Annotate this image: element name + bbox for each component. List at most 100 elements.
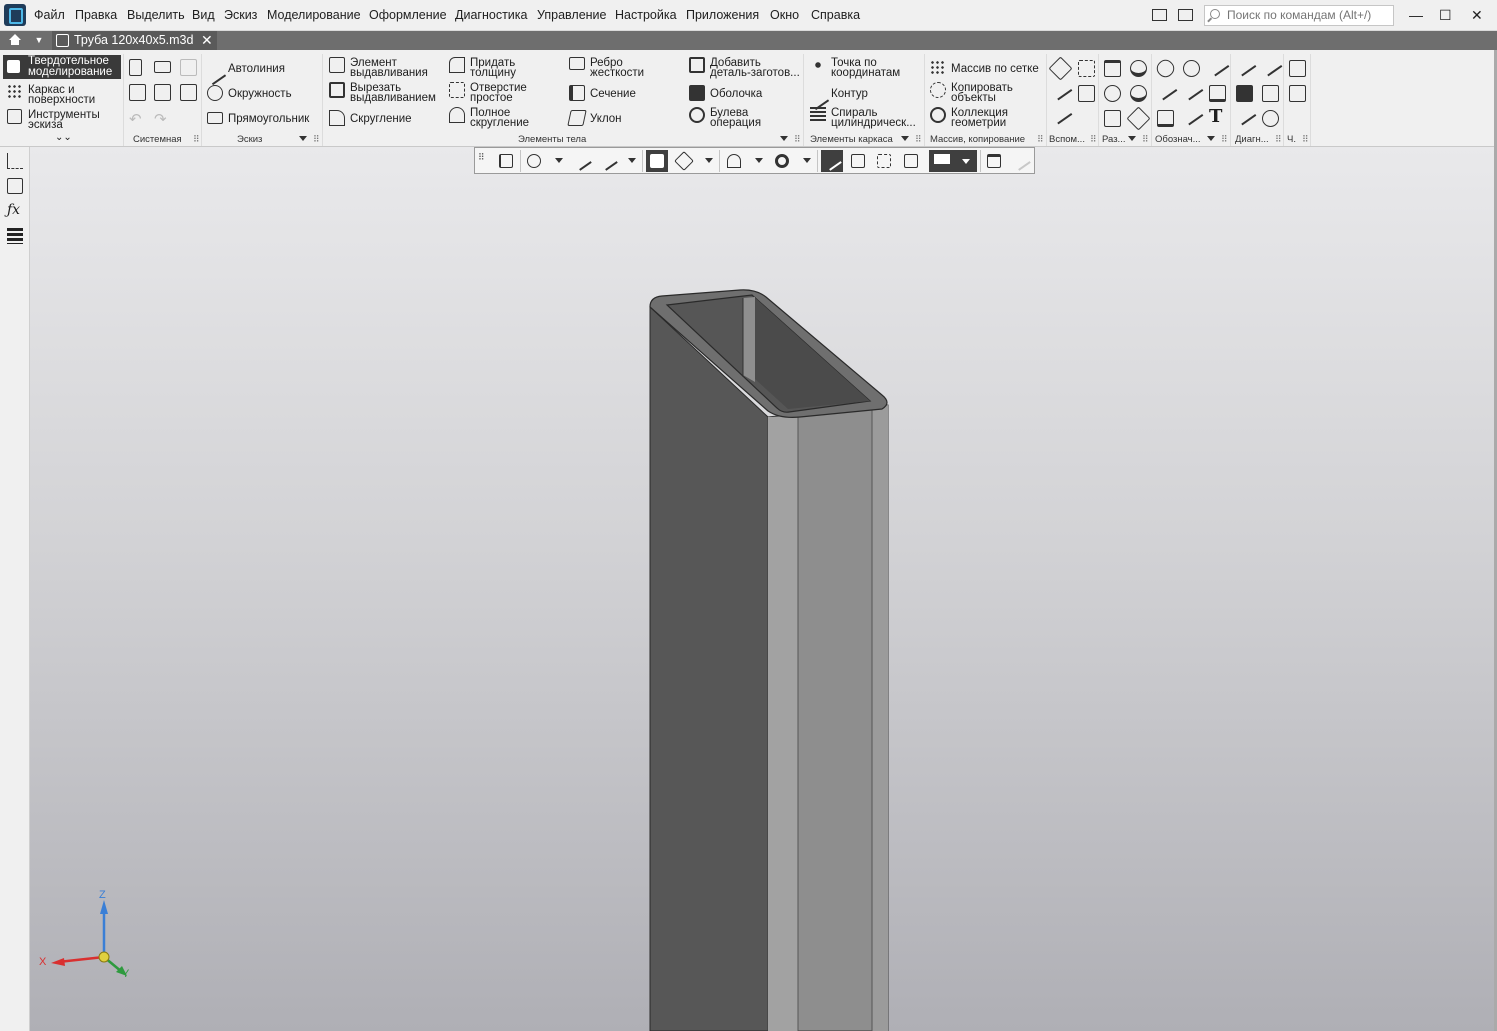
position-icon[interactable] bbox=[1157, 110, 1174, 127]
full-round-button[interactable]: Полное скругление bbox=[449, 107, 561, 129]
print-icon[interactable] bbox=[129, 84, 146, 101]
dimension-auto-icon[interactable] bbox=[1104, 110, 1121, 127]
menu-file[interactable]: Файл bbox=[34, 8, 65, 22]
menu-window[interactable]: Окно bbox=[770, 8, 799, 22]
group-grip-icon[interactable]: ⠿ bbox=[794, 134, 801, 145]
add-stock-part-button[interactable]: Добавить деталь-заготов... bbox=[689, 57, 801, 79]
menu-diagnostics[interactable]: Диагностика bbox=[455, 8, 527, 22]
drawing-icon[interactable] bbox=[1289, 60, 1306, 77]
expand-modes-icon[interactable]: ⌄⌄ bbox=[55, 132, 72, 143]
variables-fx-icon[interactable]: ƒx bbox=[7, 202, 20, 218]
close-button[interactable]: ✕ bbox=[1471, 8, 1483, 22]
diagnostics-help-icon[interactable] bbox=[1262, 110, 1279, 127]
simple-hole-button[interactable]: Отверстие простое bbox=[449, 82, 561, 104]
thicken-button[interactable]: Придать толщину bbox=[449, 57, 561, 79]
group-grip-icon[interactable]: ⠿ bbox=[1142, 134, 1149, 145]
orientation-button[interactable] bbox=[597, 150, 619, 172]
new-document-icon[interactable] bbox=[129, 59, 142, 76]
preview-icon[interactable] bbox=[154, 84, 171, 101]
save-all-icon[interactable] bbox=[180, 84, 197, 101]
dimension-linear-icon[interactable] bbox=[1104, 60, 1121, 77]
cut-extrude-button[interactable]: Вырезать выдавливанием bbox=[329, 82, 441, 104]
leader-icon[interactable] bbox=[1205, 52, 1230, 77]
filter-dropdown-icon[interactable] bbox=[962, 159, 970, 164]
group-grip-icon[interactable]: ⠿ bbox=[1037, 134, 1044, 145]
redo-icon[interactable]: ↷ bbox=[154, 110, 171, 128]
group-grip-icon[interactable]: ⠿ bbox=[1275, 134, 1282, 145]
distance-icon[interactable] bbox=[1232, 52, 1257, 77]
manager-dropdown-icon[interactable] bbox=[803, 158, 811, 163]
selection-filter-button[interactable] bbox=[929, 150, 977, 172]
frame-group-dropdown-icon[interactable] bbox=[901, 136, 909, 141]
marking-icon[interactable] bbox=[1153, 76, 1178, 101]
check-collision-icon[interactable] bbox=[1262, 85, 1279, 102]
tabs-dropdown-icon[interactable]: ▼ bbox=[32, 31, 46, 50]
minimize-button[interactable]: — bbox=[1409, 8, 1423, 22]
properties-icon[interactable] bbox=[7, 178, 23, 194]
group-grip-icon[interactable]: ⠿ bbox=[313, 134, 320, 145]
menu-edit[interactable]: Правка bbox=[75, 8, 117, 22]
home-icon[interactable] bbox=[2, 31, 27, 50]
menu-view[interactable]: Вид bbox=[192, 8, 215, 22]
menu-drafting[interactable]: Оформление bbox=[369, 8, 447, 22]
rib-button[interactable]: Ребро жесткости bbox=[569, 57, 681, 79]
dimension-diameter-icon[interactable] bbox=[1130, 60, 1147, 77]
edit-view-button[interactable] bbox=[873, 150, 895, 172]
menu-select[interactable]: Выделить bbox=[127, 8, 185, 22]
visibility-manager-button[interactable] bbox=[771, 150, 793, 172]
layers-icon[interactable] bbox=[7, 228, 23, 244]
snap-grid-button[interactable] bbox=[495, 150, 517, 172]
group-grip-icon[interactable]: ⠿ bbox=[915, 134, 922, 145]
curvature-icon[interactable] bbox=[1232, 101, 1257, 126]
mode-wireframe-surfaces[interactable]: Каркас и поверхности bbox=[7, 84, 122, 106]
body-group-dropdown-icon[interactable] bbox=[780, 136, 788, 141]
mode-solid-modeling[interactable]: Твердотельное моделирование bbox=[3, 55, 121, 79]
aux-axis-icon[interactable] bbox=[1078, 60, 1095, 77]
display-dropdown-icon[interactable] bbox=[705, 158, 713, 163]
notation-group-dropdown-icon[interactable] bbox=[1207, 136, 1215, 141]
extrude-button[interactable]: Элемент выдавливания bbox=[329, 57, 441, 79]
visibility-dropdown-icon[interactable] bbox=[755, 158, 763, 163]
maximize-button[interactable]: ☐ bbox=[1439, 8, 1452, 22]
open-folder-icon[interactable] bbox=[154, 61, 171, 73]
menu-apps[interactable]: Приложения bbox=[686, 8, 759, 22]
export-view-button[interactable] bbox=[900, 150, 922, 172]
hide-show-button[interactable] bbox=[723, 150, 745, 172]
command-search-input[interactable] bbox=[1227, 8, 1392, 22]
document-tab[interactable]: Труба 120x40x5.m3d ✕ bbox=[52, 31, 217, 50]
rotate-button[interactable] bbox=[571, 150, 593, 172]
section-view-button[interactable] bbox=[821, 150, 843, 172]
dimension-arc-icon[interactable] bbox=[1126, 106, 1151, 131]
dimension-angular-icon[interactable] bbox=[1130, 85, 1147, 102]
menu-settings[interactable]: Настройка bbox=[615, 8, 677, 22]
mass-properties-icon[interactable] bbox=[1236, 85, 1253, 102]
mode-sketch-tools[interactable]: Инструменты эскиза bbox=[7, 109, 122, 131]
group-grip-icon[interactable]: ⠿ bbox=[193, 134, 200, 145]
datum-icon[interactable] bbox=[1183, 60, 1200, 77]
point-by-coordinates-button[interactable]: Точка по координатам bbox=[810, 57, 922, 79]
rectangle-button[interactable]: Прямоугольник bbox=[207, 110, 322, 128]
sketch-group-dropdown-icon[interactable] bbox=[299, 136, 307, 141]
menu-sketch[interactable]: Эскиз bbox=[224, 8, 257, 22]
tolerance-icon[interactable] bbox=[1179, 101, 1204, 126]
spec-icon[interactable] bbox=[1289, 85, 1306, 102]
shell-button[interactable]: Оболочка bbox=[689, 85, 801, 103]
sizes-group-dropdown-icon[interactable] bbox=[1128, 136, 1136, 141]
zoom-button[interactable] bbox=[523, 150, 545, 172]
model-settings-button[interactable] bbox=[983, 150, 1005, 172]
menu-help[interactable]: Справка bbox=[811, 8, 860, 22]
group-grip-icon[interactable]: ⠿ bbox=[1221, 134, 1228, 145]
undo-icon[interactable]: ↶ bbox=[129, 110, 146, 128]
tab-close-icon[interactable]: ✕ bbox=[201, 31, 213, 50]
copy-objects-button[interactable]: Копировать объекты bbox=[930, 82, 1045, 104]
grid-array-button[interactable]: Массив по сетке bbox=[930, 60, 1045, 78]
section-button[interactable]: Сечение bbox=[569, 85, 681, 103]
circle-button[interactable]: Окружность bbox=[207, 85, 317, 103]
weld-icon[interactable] bbox=[1179, 76, 1204, 101]
aux-line-icon[interactable] bbox=[1048, 76, 1073, 101]
tube-model[interactable] bbox=[30, 147, 1497, 1031]
base-icon[interactable] bbox=[1209, 85, 1226, 102]
fillet-button[interactable]: Скругление bbox=[329, 110, 441, 128]
aux-segment-icon[interactable] bbox=[1048, 100, 1073, 125]
measure-view-button[interactable] bbox=[847, 150, 869, 172]
